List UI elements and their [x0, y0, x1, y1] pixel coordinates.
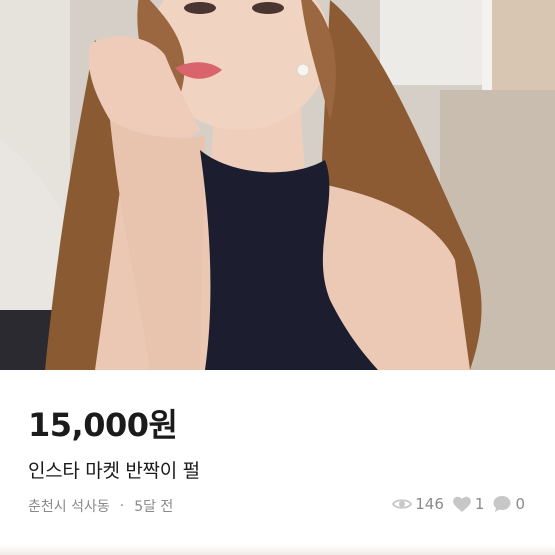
product-card[interactable]: 15,000원 인스타 마켓 반짝이 펄 춘천시 석사동 · 5달 전 146 … [0, 0, 555, 555]
listing-info: 15,000원 인스타 마켓 반짝이 펄 춘천시 석사동 · 5달 전 146 … [0, 370, 555, 555]
meta-separator: · [119, 498, 125, 514]
listing-stats: 146 1 0 [384, 495, 525, 513]
chat-bubble-icon [493, 496, 511, 512]
listing-location: 춘천시 석사동 [28, 499, 110, 515]
chats-stat: 0 [492, 495, 525, 513]
eye-icon [392, 499, 413, 509]
next-card-peek [0, 545, 555, 555]
product-photo-illustration [0, 0, 555, 370]
likes-count: 1 [474, 495, 485, 513]
chats-count: 0 [515, 495, 525, 513]
listing-title[interactable]: 인스타 마켓 반짝이 펄 [28, 456, 200, 483]
product-photo[interactable] [0, 0, 555, 370]
views-stat: 146 [392, 495, 444, 513]
listing-price: 15,000원 [28, 406, 178, 444]
heart-icon [453, 496, 471, 512]
views-count: 146 [415, 495, 444, 513]
listing-posted-time: 5달 전 [134, 499, 174, 515]
listing-meta: 춘천시 석사동 · 5달 전 [28, 496, 173, 516]
likes-stat: 1 [452, 495, 485, 513]
